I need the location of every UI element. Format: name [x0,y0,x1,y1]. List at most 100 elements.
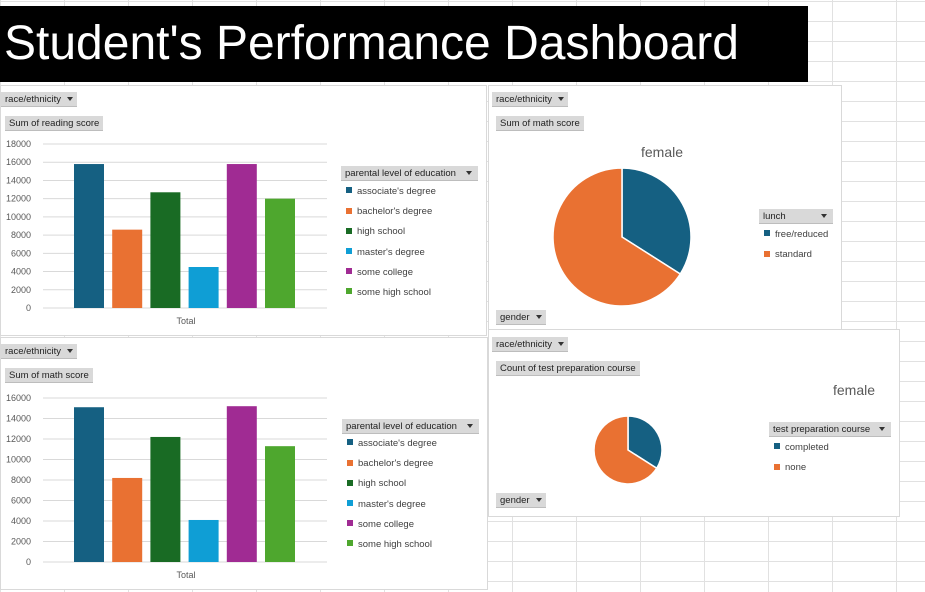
value-field-button[interactable]: Sum of math score [496,116,584,131]
bar-master-s-degree[interactable] [188,519,219,562]
race-ethnicity-filter-button[interactable]: race/ethnicity [1,344,77,359]
y-tick-label: 0 [26,557,31,567]
y-tick-label: 12000 [6,434,31,444]
legend-item-master-s-degree: master's degree [341,247,436,267]
legend-swatch [347,540,353,547]
y-tick-label: 8000 [11,230,31,240]
y-tick-label: 6000 [11,248,31,258]
legend-swatch [764,250,770,257]
bar-bachelor-s-degree[interactable] [112,477,143,562]
reading-score-chart-panel[interactable]: race/ethnicity Sum of reading score 0 200… [0,85,487,336]
value-field-button[interactable]: Sum of math score [5,368,93,383]
bar-some-high-school[interactable] [265,198,295,308]
legend-item-none: none [769,462,829,482]
race-ethnicity-filter-button[interactable]: race/ethnicity [492,92,568,107]
y-tick-label: 0 [26,303,31,313]
y-tick-label: 2000 [11,285,31,295]
math-score-chart-panel[interactable]: race/ethnicity Sum of math score 0 2000 40… [0,337,488,590]
legend-item-high-school: high school [341,226,436,246]
legend-title: parental level of education [345,168,456,179]
legend-field-button[interactable]: parental level of education [342,419,479,434]
legend-item-bachelor-s-degree: bachelor's degree [342,458,437,478]
legend-swatch [346,187,352,194]
legend-swatch [774,463,780,470]
gender-field-button[interactable]: gender [496,310,546,325]
y-tick-label: 6000 [11,496,31,506]
legend-label: some high school [358,538,432,550]
legend-label: high school [358,478,407,490]
y-tick-label: 14000 [6,175,31,185]
legend-label: standard [775,249,812,261]
x-category-label: Total [176,570,195,580]
race-ethnicity-filter-button[interactable]: race/ethnicity [492,337,568,352]
legend: associate's degree bachelor's degree high … [341,186,436,307]
legend-swatch [347,520,353,527]
legend-label: bachelor's degree [357,206,433,218]
legend-swatch [347,459,353,466]
value-field-label: Sum of math score [500,118,580,129]
legend-label: some college [357,266,413,278]
bar-bachelor-s-degree[interactable] [112,229,143,308]
legend-item-high-school: high school [342,478,437,498]
dropdown-arrow-icon [66,97,73,102]
pie-title: female [833,382,876,398]
legend-label: free/reduced [775,229,829,240]
legend-label: high school [357,226,406,238]
axis-field-label: gender [500,312,530,323]
gender-field-button[interactable]: gender [496,493,546,508]
legend-swatch [346,268,352,275]
legend-label: associate's degree [357,186,436,197]
value-field-label: Count of test preparation course [500,363,636,374]
dropdown-arrow-icon [879,427,885,431]
legend-item-some-high-school: some high school [342,539,437,559]
dashboard-title: Student's Performance Dashboard [0,6,808,82]
y-tick-label: 4000 [11,267,31,277]
legend-swatch [346,248,352,255]
legend-swatch [764,230,770,237]
bar-some-high-school[interactable] [265,446,295,562]
test-prep-pie-panel[interactable]: race/ethnicity Count of test preparation… [488,329,900,517]
legend-label: some high school [357,286,431,298]
legend-field-button[interactable]: lunch [759,209,833,224]
reading-score-bar-chart: 0 2000 4000 6000 8000 10000 12000 14000 16000 180… [6,139,327,326]
bar-associate-s-degree[interactable] [74,407,104,562]
x-category-label: Total [176,316,195,326]
legend-field-button[interactable]: test preparation course [769,422,891,437]
y-tick-label: 14000 [6,414,31,424]
legend-label: completed [785,442,829,453]
lunch-pie-panel[interactable]: race/ethnicity Sum of math score female … [488,85,842,333]
legend-field-button[interactable]: parental level of education [341,166,478,181]
filter-label: race/ethnicity [496,339,552,350]
math-score-bar-chart: 0 2000 4000 6000 8000 10000 12000 14000 16000 Tot… [6,393,327,580]
value-field-label: Sum of reading score [9,118,100,129]
legend: completed none [769,442,829,482]
dropdown-arrow-icon [466,171,472,175]
bar-some-college[interactable] [226,406,257,562]
dropdown-arrow-icon [821,214,827,218]
dropdown-arrow-icon [535,498,542,503]
legend-item-bachelor-s-degree: bachelor's degree [341,206,436,226]
value-field-button[interactable]: Sum of reading score [5,116,104,131]
legend-item-associate-s-degree: associate's degree [341,186,436,206]
value-field-button[interactable]: Count of test preparation course [496,361,640,376]
y-tick-label: 2000 [11,537,31,547]
bar-high-school[interactable] [150,436,181,562]
y-tick-label: 10000 [6,212,31,222]
test-prep-pie-chart [593,415,663,485]
y-tick-label: 8000 [11,475,31,485]
legend-item-some-college: some college [342,519,437,539]
legend-label: none [785,462,807,474]
race-ethnicity-filter-button[interactable]: race/ethnicity [1,92,77,107]
legend-swatch [347,500,353,507]
bar-master-s-degree[interactable] [188,267,219,308]
bar-high-school[interactable] [150,192,181,308]
bar-associate-s-degree[interactable] [74,164,104,308]
legend-label: master's degree [358,498,426,510]
legend: associate's degree bachelor's degree high … [342,438,437,559]
bar-some-college[interactable] [226,164,257,308]
legend-swatch [347,439,353,446]
filter-label: race/ethnicity [496,94,552,105]
legend-swatch [346,288,352,295]
dropdown-arrow-icon [66,349,73,354]
filter-label: race/ethnicity [5,94,61,105]
